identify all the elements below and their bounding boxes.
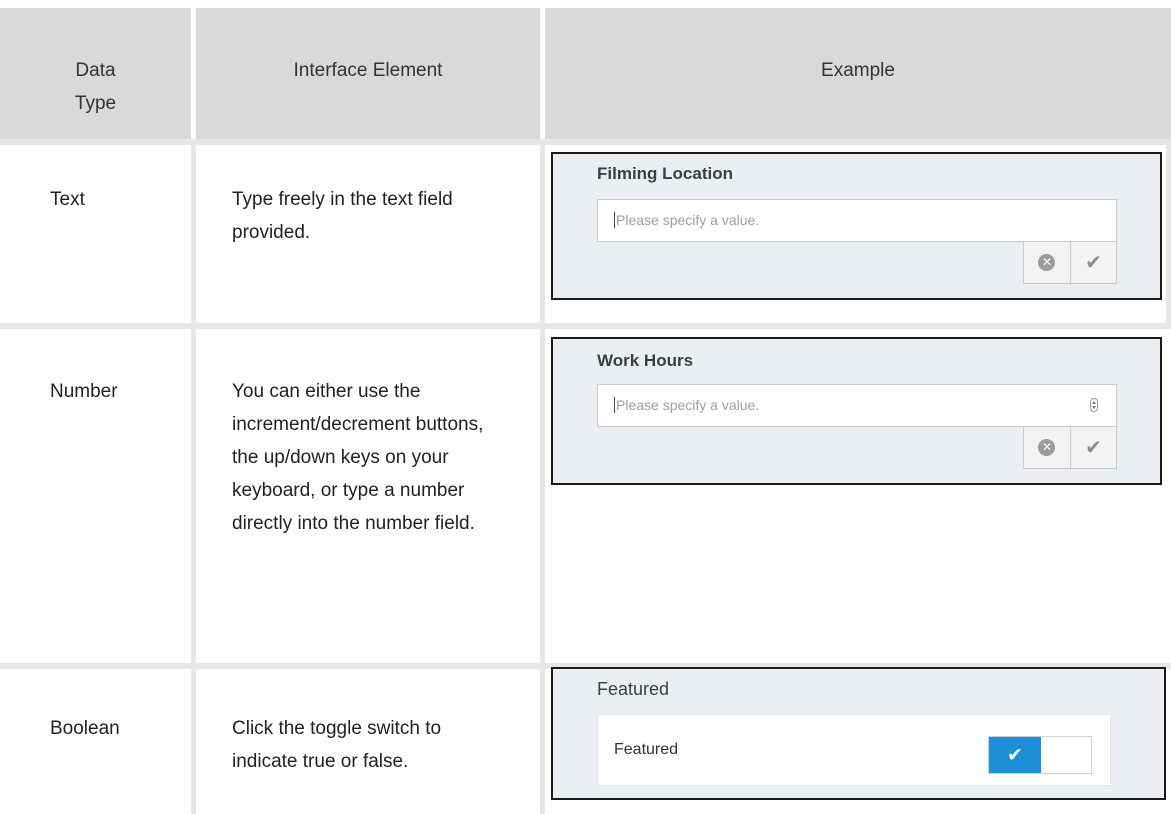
page: Data Type Interface Element Example Text … bbox=[0, 0, 1171, 814]
text-field-example: Filming Location Please specify a value.… bbox=[551, 152, 1162, 300]
confirm-button[interactable]: ✔ bbox=[1069, 242, 1116, 283]
text-cursor bbox=[614, 397, 615, 413]
confirm-button[interactable]: ✔ bbox=[1069, 427, 1116, 468]
input-placeholder: Please specify a value. bbox=[616, 212, 760, 228]
clear-button[interactable]: ✕ bbox=[1024, 427, 1070, 468]
text-input[interactable]: Please specify a value. bbox=[597, 199, 1117, 242]
row-divider bbox=[0, 139, 1171, 145]
column-divider bbox=[540, 139, 545, 814]
text-cursor bbox=[614, 212, 615, 228]
field-label: Work Hours bbox=[597, 351, 694, 370]
field-action-buttons: ✕ ✔ bbox=[1023, 241, 1117, 284]
row-text-description: Type freely in the text field provided. bbox=[232, 189, 453, 243]
row-text-type: Text bbox=[50, 189, 85, 210]
field-action-buttons: ✕ ✔ bbox=[1023, 426, 1117, 469]
header-cell-interface-element: Interface Element bbox=[196, 8, 540, 139]
row-number-description: You can either use the increment/decreme… bbox=[232, 381, 484, 534]
checkmark-icon: ✔ bbox=[1085, 251, 1102, 274]
clear-button[interactable]: ✕ bbox=[1024, 242, 1070, 283]
header-example: Example bbox=[821, 60, 895, 81]
row-boolean-description: Click the toggle switch to indicate true… bbox=[232, 718, 442, 772]
header-cell-data-type: Data Type bbox=[0, 8, 191, 139]
increment-decrement-icon[interactable] bbox=[1090, 398, 1098, 412]
header-interface-element: Interface Element bbox=[293, 60, 443, 81]
number-input[interactable]: Please specify a value. bbox=[597, 384, 1117, 427]
input-placeholder: Please specify a value. bbox=[616, 397, 760, 413]
column-divider bbox=[1166, 139, 1171, 323]
clear-circle-icon: ✕ bbox=[1038, 439, 1056, 456]
row-boolean-type: Boolean bbox=[50, 718, 120, 739]
header-data-type: Data Type bbox=[74, 60, 117, 114]
clear-circle-icon: ✕ bbox=[1038, 254, 1056, 271]
column-divider bbox=[191, 139, 196, 814]
checkmark-icon: ✔ bbox=[1085, 436, 1102, 459]
header-cell-example: Example bbox=[545, 8, 1171, 139]
checkmark-icon: ✔ bbox=[989, 737, 1041, 773]
field-label: Featured bbox=[597, 679, 670, 699]
boolean-field-example: Featured Featured ✔ bbox=[551, 667, 1166, 800]
row-divider bbox=[0, 323, 1171, 329]
number-field-example: Work Hours Please specify a value. ✕ ✔ bbox=[551, 337, 1162, 485]
row-number-type: Number bbox=[50, 381, 118, 402]
toggle-label: Featured bbox=[614, 741, 679, 758]
field-label: Filming Location bbox=[597, 164, 733, 183]
featured-toggle-switch[interactable]: ✔ bbox=[988, 736, 1092, 774]
toggle-panel: Featured ✔ bbox=[597, 714, 1111, 786]
